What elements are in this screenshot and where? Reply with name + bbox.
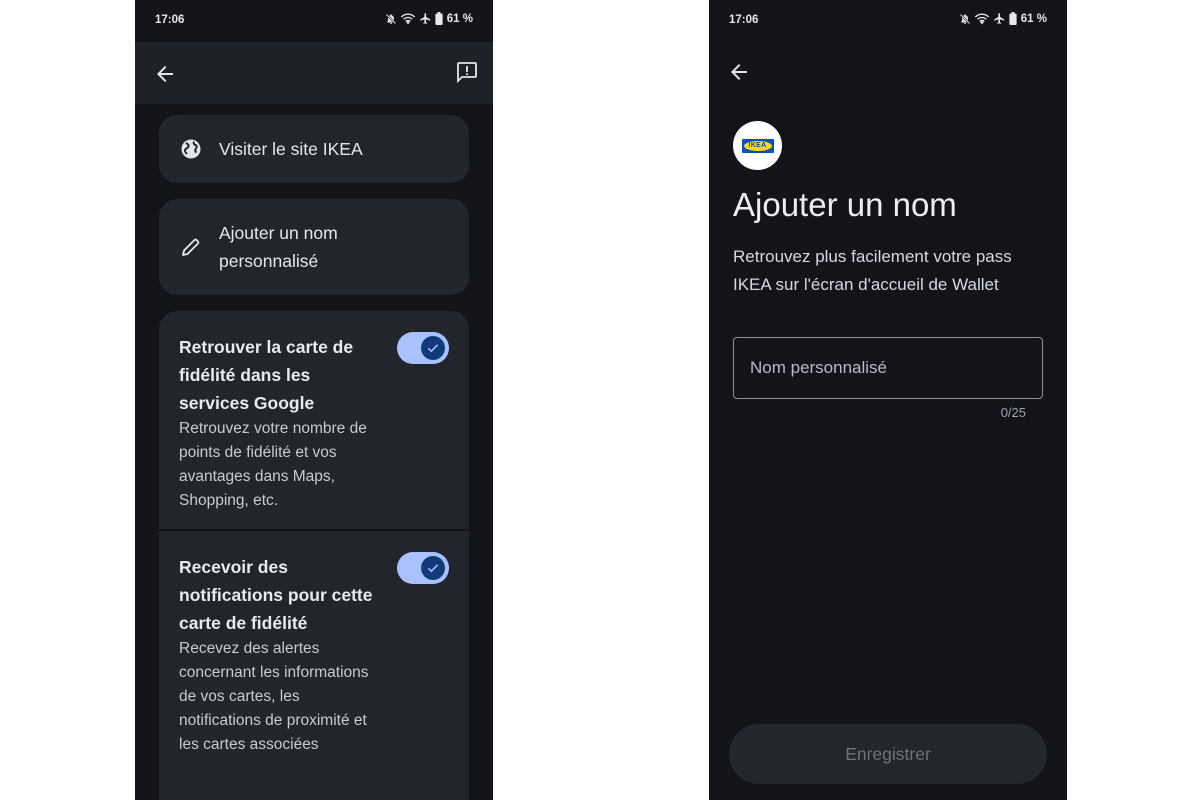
google-services-switch[interactable] [397, 332, 449, 364]
globe-icon [181, 139, 201, 159]
bell-off-icon [385, 13, 396, 24]
ikea-logo-avatar: IKEA [733, 121, 782, 170]
wifi-icon [974, 13, 989, 24]
toggle-card-google-services: Retrouver la carte de fidélité dans les … [159, 311, 469, 529]
ikea-logo: IKEA [741, 138, 774, 153]
feedback-icon [457, 62, 477, 84]
character-counter: 0/25 [1000, 405, 1026, 420]
status-time: 17:06 [729, 14, 759, 26]
check-icon [427, 344, 439, 353]
pencil-icon [182, 238, 200, 256]
airplane-icon [419, 13, 431, 24]
page-description: Retrouvez plus facilement votre pass IKE… [733, 247, 1012, 294]
status-time: 17:06 [155, 14, 185, 26]
top-app-bar [709, 42, 1067, 104]
ikea-logo-text: IKEA [743, 140, 772, 151]
visit-site-label: Visiter le site IKEA [219, 139, 363, 159]
wifi-icon [400, 13, 415, 24]
airplane-icon [993, 13, 1005, 24]
arrow-back-icon [731, 64, 747, 80]
battery-icon [435, 12, 443, 25]
status-bar: 17:06 61 % [135, 0, 493, 42]
bell-off-icon [959, 13, 970, 24]
save-button[interactable]: Enregistrer [729, 724, 1047, 784]
toggle-title-google-services: Retrouver la carte de fidélité dans les … [179, 337, 354, 413]
battery-level: 61 % [1020, 12, 1047, 25]
battery-icon [1009, 12, 1017, 25]
toggle-description-google-services: Retrouvez votre nombre de points de fidé… [179, 420, 367, 509]
status-bar: 17:06 61 % [709, 0, 1067, 42]
back-button[interactable] [153, 62, 177, 86]
notifications-switch[interactable] [397, 552, 449, 584]
phone-screen-pass-details: 17:06 61 % Visiter le site IKEA Ajouter … [135, 0, 493, 800]
phone-screen-add-name: 17:06 61 % IKEA Ajouter un nom Retrouvez… [709, 0, 1067, 800]
feedback-button[interactable] [455, 60, 479, 84]
toggle-description-notifications: Recevez des alertes concernant les infor… [179, 640, 369, 753]
visit-site-item[interactable]: Visiter le site IKEA [159, 115, 469, 183]
battery-level: 61 % [446, 12, 473, 25]
top-app-bar [135, 42, 493, 104]
toggle-card-notifications: Recevoir des notifications pour cette ca… [159, 531, 469, 800]
arrow-back-icon [157, 66, 173, 82]
page-title: Ajouter un nom [733, 186, 957, 223]
add-custom-name-label: Ajouter un nom personnalisé [219, 223, 338, 271]
toggle-title-notifications: Recevoir des notifications pour cette ca… [179, 557, 373, 633]
check-icon [427, 564, 439, 573]
back-button[interactable] [727, 60, 751, 84]
custom-name-input[interactable] [733, 337, 1043, 399]
add-custom-name-item[interactable]: Ajouter un nom personnalisé [159, 199, 469, 295]
